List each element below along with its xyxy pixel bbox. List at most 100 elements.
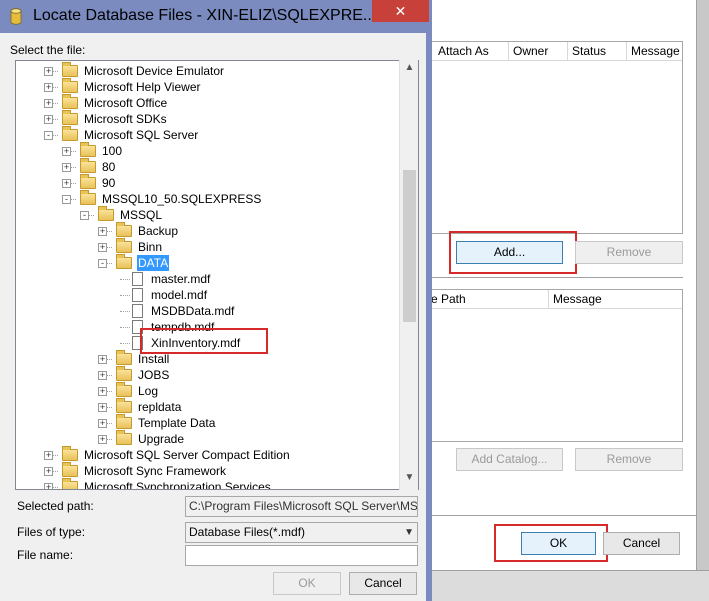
close-button[interactable]: ✕ (372, 0, 429, 22)
cancel-button[interactable]: Cancel (603, 532, 680, 555)
collapse-icon[interactable]: - (62, 195, 71, 204)
column-owner[interactable]: Owner (508, 42, 570, 61)
tree-item-label[interactable]: Microsoft Help Viewer (83, 79, 201, 95)
expand-icon[interactable]: + (44, 99, 53, 108)
collapse-icon[interactable]: - (98, 259, 107, 268)
expand-icon[interactable]: + (44, 451, 53, 460)
tree-item-label[interactable]: MSSQL (119, 207, 163, 223)
tree-item-label[interactable]: master.mdf (150, 271, 211, 287)
tree-item-label[interactable]: Backup (137, 223, 179, 239)
tree-file-item[interactable]: master.mdf (16, 271, 401, 287)
tree-item-label[interactable]: Microsoft Device Emulator (83, 63, 225, 79)
tree-folder-item[interactable]: + Upgrade (16, 430, 401, 447)
add-catalog-button[interactable]: Add Catalog... (456, 448, 563, 471)
tree-folder-item[interactable]: - DATA (16, 254, 401, 271)
column-status[interactable]: Status (567, 42, 625, 61)
tree-item-label[interactable]: Microsoft SDKs (83, 111, 168, 127)
expand-icon[interactable]: + (98, 435, 107, 444)
tree-folder-item[interactable]: - Microsoft SQL Server (16, 126, 401, 143)
tree-folder-item[interactable]: + Template Data (16, 414, 401, 431)
tree-connector (120, 295, 130, 296)
selected-path-field[interactable]: C:\Program Files\Microsoft SQL Server\MS… (185, 496, 418, 517)
tree-item-label[interactable]: JOBS (137, 367, 170, 383)
tree-item-label[interactable]: Microsoft SQL Server Compact Edition (83, 447, 291, 463)
tree-item-label[interactable]: Microsoft Sync Framework (83, 463, 227, 479)
tree-folder-item[interactable]: +90 (16, 174, 401, 191)
tree-folder-item[interactable]: +80 (16, 158, 401, 175)
databases-to-attach-grid[interactable]: Attach As Owner Status Message (430, 41, 683, 234)
expand-icon[interactable]: + (98, 355, 107, 364)
tree-folder-item[interactable]: + JOBS (16, 366, 401, 383)
column-file-path[interactable]: e Path (427, 290, 547, 309)
tree-folder-item[interactable]: + Microsoft Help Viewer (16, 78, 401, 95)
tree-item-label[interactable]: MSSQL10_50.SQLEXPRESS (101, 191, 262, 207)
expand-icon[interactable]: + (44, 467, 53, 476)
tree-item-label[interactable]: Microsoft Synchronization Services (83, 479, 272, 489)
tree-folder-item[interactable]: + Log (16, 382, 401, 399)
remove-catalog-button[interactable]: Remove (575, 448, 683, 471)
tree-item-label[interactable]: Upgrade (137, 431, 185, 447)
files-of-type-select[interactable]: Database Files(*.mdf) ▼ (185, 522, 418, 543)
tree-item-label[interactable]: 90 (101, 175, 116, 191)
tree-file-item[interactable]: model.mdf (16, 287, 401, 303)
tree-folder-item[interactable]: + Microsoft Synchronization Services (16, 478, 401, 489)
tree-item-label[interactable]: Install (137, 351, 170, 367)
expand-icon[interactable]: + (62, 147, 71, 156)
tree-folder-item[interactable]: + Binn (16, 238, 401, 255)
expand-icon[interactable]: + (98, 227, 107, 236)
expand-icon[interactable]: + (62, 163, 71, 172)
expand-icon[interactable]: + (62, 179, 71, 188)
tree-folder-item[interactable]: - MSSQL (16, 206, 401, 223)
tree-folder-item[interactable]: + Microsoft Office (16, 94, 401, 111)
dialog-titlebar[interactable]: Locate Database Files - XIN-ELIZ\SQLEXPR… (0, 0, 429, 33)
expand-icon[interactable]: + (98, 371, 107, 380)
scroll-thumb[interactable] (403, 170, 416, 322)
close-icon: ✕ (394, 3, 407, 19)
tree-folder-item[interactable]: - MSSQL10_50.SQLEXPRESS (16, 190, 401, 207)
tree-item-label[interactable]: Template Data (137, 415, 216, 431)
expand-icon[interactable]: + (98, 419, 107, 428)
tree-folder-item[interactable]: + Backup (16, 222, 401, 239)
tree-item-label[interactable]: repldata (137, 399, 182, 415)
tree-folder-item[interactable]: + repldata (16, 398, 401, 415)
tree-file-item[interactable]: MSDBData.mdf (16, 303, 401, 319)
dialog-cancel-button[interactable]: Cancel (349, 572, 417, 595)
tree-item-label[interactable]: MSDBData.mdf (150, 303, 235, 319)
column-details-message[interactable]: Message (548, 290, 684, 309)
tree-folder-item[interactable]: + Install (16, 350, 401, 367)
tree-item-label[interactable]: Microsoft SQL Server (83, 127, 199, 143)
tree-item-label[interactable]: model.mdf (150, 287, 208, 303)
collapse-icon[interactable]: - (44, 131, 53, 140)
tree-item-label[interactable]: Binn (137, 239, 163, 255)
collapse-icon[interactable]: - (80, 211, 89, 220)
file-name-input[interactable] (185, 545, 418, 566)
tree-folder-item[interactable]: + Microsoft SDKs (16, 110, 401, 127)
folder-icon (80, 190, 96, 205)
tree-folder-item[interactable]: + Microsoft Device Emulator (16, 62, 401, 79)
tree-item-label[interactable]: Microsoft Office (83, 95, 168, 111)
database-details-grid[interactable]: e Path Message (430, 289, 683, 442)
expand-icon[interactable]: + (98, 243, 107, 252)
scroll-up-icon[interactable]: ▲ (400, 62, 419, 78)
tree-item-label[interactable]: 100 (101, 143, 123, 159)
tree-scrollbar[interactable]: ▲ ▼ (399, 60, 418, 490)
details-grid-header: e Path Message (431, 290, 682, 309)
expand-icon[interactable]: + (98, 403, 107, 412)
expand-icon[interactable]: + (44, 83, 53, 92)
tree-folder-item[interactable]: +100 (16, 142, 401, 159)
remove-button[interactable]: Remove (575, 241, 683, 264)
expand-icon[interactable]: + (98, 387, 107, 396)
tree-item-label[interactable]: 80 (101, 159, 116, 175)
tree-folder-item[interactable]: + Microsoft SQL Server Compact Edition (16, 446, 401, 463)
column-attach-as[interactable]: Attach As (434, 42, 506, 61)
tree-item-label[interactable]: DATA (137, 255, 170, 271)
column-message[interactable]: Message (626, 42, 684, 61)
expand-icon[interactable]: + (44, 483, 53, 489)
dialog-ok-button[interactable]: OK (273, 572, 341, 595)
tree-folder-item[interactable]: + Microsoft Sync Framework (16, 462, 401, 479)
expand-icon[interactable]: + (44, 115, 53, 124)
file-tree[interactable]: + Microsoft Device Emulator + Microsoft Hel… (15, 60, 419, 490)
tree-item-label[interactable]: Log (137, 383, 159, 399)
expand-icon[interactable]: + (44, 67, 53, 76)
scroll-down-icon[interactable]: ▼ (400, 472, 419, 488)
